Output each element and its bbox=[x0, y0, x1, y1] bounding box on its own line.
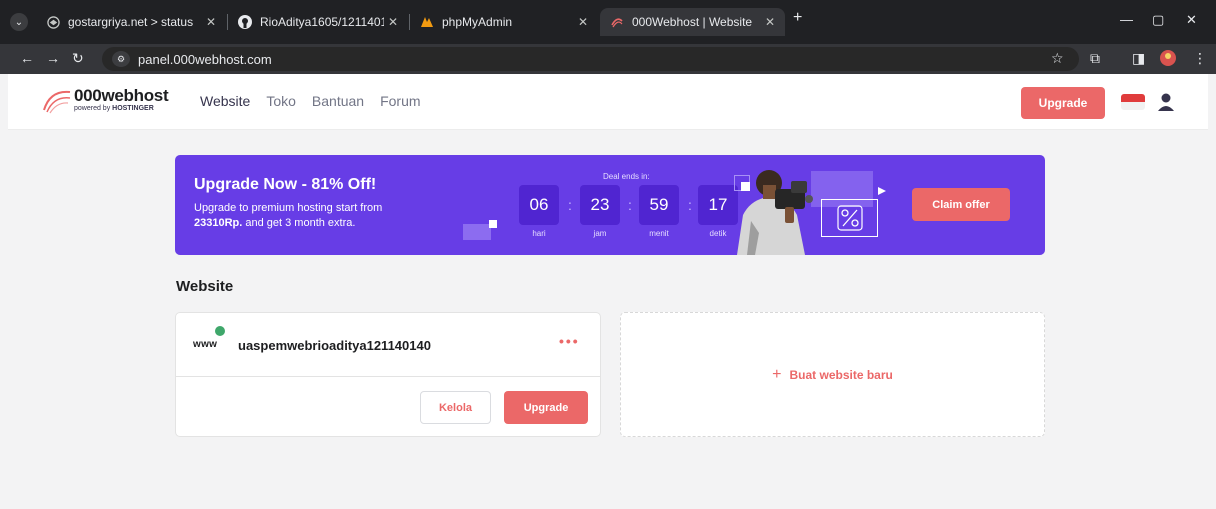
browser-tab-status[interactable]: gostargriya.net > status ✕ bbox=[36, 8, 226, 36]
section-title: Website bbox=[176, 278, 234, 295]
upgrade-button[interactable]: Upgrade bbox=[1021, 87, 1105, 119]
person-with-camera-illustration bbox=[737, 170, 813, 255]
tab-title: 000Webhost | Website bbox=[632, 15, 753, 29]
nav-bantuan[interactable]: Bantuan bbox=[312, 93, 364, 109]
countdown-days: 06 bbox=[519, 185, 559, 225]
side-panel-icon[interactable]: ◨ bbox=[1132, 50, 1145, 67]
browser-tab-strip: ⌄ gostargriya.net > status ✕ RioAditya16… bbox=[0, 0, 1216, 44]
browser-tab-github[interactable]: RioAditya1605/121140140_Rio ✕ bbox=[228, 8, 408, 36]
reload-icon[interactable]: ↻ bbox=[72, 50, 84, 67]
000webhost-favicon bbox=[610, 15, 624, 29]
countdown-unit: hari bbox=[532, 229, 546, 238]
website-upgrade-button[interactable]: Upgrade bbox=[504, 391, 588, 424]
close-tab-icon[interactable]: ✕ bbox=[388, 15, 398, 29]
nav-forum[interactable]: Forum bbox=[380, 93, 420, 109]
countdown-hours: 23 bbox=[580, 185, 620, 225]
language-flag-icon[interactable] bbox=[1121, 94, 1145, 110]
deal-ends-label: Deal ends in: bbox=[603, 172, 650, 181]
phpmyadmin-icon bbox=[420, 15, 434, 29]
extensions-icon[interactable]: ⧉ bbox=[1090, 50, 1100, 67]
website-card: www uaspemwebrioaditya121140140 ••• Kelo… bbox=[175, 312, 601, 437]
url-text: panel.000webhost.com bbox=[138, 51, 272, 67]
browser-tab-000webhost[interactable]: 000Webhost | Website ✕ bbox=[600, 8, 785, 36]
logo-swirl-icon bbox=[43, 90, 71, 114]
create-website-label: Buat website baru bbox=[789, 367, 893, 382]
browser-toolbar: ← → ↻ ⚙ panel.000webhost.com ☆ ⧉ ◨ ⋮ bbox=[0, 44, 1216, 74]
plus-icon: + bbox=[772, 365, 782, 383]
logo-wordmark: 000webhost bbox=[74, 86, 169, 105]
countdown-colon: : bbox=[688, 197, 692, 213]
countdown-minutes: 59 bbox=[639, 185, 679, 225]
tab-search-icon[interactable]: ⌄ bbox=[10, 13, 28, 31]
logo-tagline: powered by HOSTINGER bbox=[74, 105, 154, 112]
profile-avatar-icon[interactable] bbox=[1160, 50, 1176, 69]
minimize-icon[interactable]: — bbox=[1120, 12, 1133, 27]
countdown-colon: : bbox=[568, 197, 572, 213]
promo-desc-line1: Upgrade to premium hosting start from bbox=[194, 202, 383, 214]
nav-website[interactable]: Website bbox=[200, 93, 250, 109]
browser-tab-phpmyadmin[interactable]: phpMyAdmin ✕ bbox=[410, 8, 598, 36]
claim-offer-button[interactable]: Claim offer bbox=[912, 188, 1010, 221]
back-icon[interactable]: ← bbox=[20, 50, 34, 66]
globe-icon bbox=[46, 15, 60, 29]
decor-shape bbox=[489, 220, 497, 228]
main-nav: Website Toko Bantuan Forum bbox=[200, 93, 421, 109]
countdown-colon: : bbox=[628, 197, 632, 213]
close-tab-icon[interactable]: ✕ bbox=[765, 15, 775, 29]
website-card-header: www uaspemwebrioaditya121140140 ••• bbox=[176, 313, 600, 377]
decor-shape bbox=[463, 224, 491, 240]
countdown-unit: jam bbox=[593, 229, 607, 238]
new-tab-icon[interactable]: + bbox=[793, 9, 802, 27]
promo-title: Upgrade Now - 81% Off! bbox=[194, 176, 377, 193]
github-icon bbox=[238, 15, 252, 29]
cursor-arrow-icon bbox=[878, 187, 886, 195]
close-tab-icon[interactable]: ✕ bbox=[578, 15, 588, 29]
discount-percent-icon bbox=[821, 199, 878, 237]
status-online-dot bbox=[215, 326, 225, 336]
close-tab-icon[interactable]: ✕ bbox=[206, 15, 216, 29]
www-icon: www bbox=[193, 339, 218, 350]
close-window-icon[interactable]: ✕ bbox=[1186, 12, 1197, 28]
manage-button[interactable]: Kelola bbox=[420, 391, 491, 424]
app-header: 000webhost powered by HOSTINGER Website … bbox=[8, 74, 1208, 130]
create-website-card[interactable]: + Buat website baru bbox=[620, 312, 1045, 437]
user-icon[interactable] bbox=[1156, 92, 1176, 112]
tab-title: RioAditya1605/121140140_Rio bbox=[260, 15, 384, 29]
more-options-icon[interactable]: ••• bbox=[559, 333, 580, 349]
tab-title: gostargriya.net > status bbox=[68, 15, 194, 29]
tab-title: phpMyAdmin bbox=[442, 15, 513, 29]
promo-banner: Upgrade Now - 81% Off! Upgrade to premiu… bbox=[175, 155, 1045, 255]
bookmark-star-icon[interactable]: ☆ bbox=[1051, 50, 1064, 67]
countdown-unit: menit bbox=[649, 229, 669, 238]
browser-menu-icon[interactable]: ⋮ bbox=[1193, 50, 1207, 67]
promo-desc-line2: 23310Rp. and get 3 month extra. bbox=[194, 217, 356, 229]
forward-icon[interactable]: → bbox=[46, 50, 60, 66]
site-info-icon[interactable]: ⚙ bbox=[112, 51, 130, 67]
restore-icon[interactable]: ▢ bbox=[1152, 12, 1164, 28]
website-name[interactable]: uaspemwebrioaditya121140140 bbox=[238, 338, 431, 353]
address-bar[interactable]: ⚙ panel.000webhost.com bbox=[102, 47, 1079, 71]
logo[interactable]: 000webhost powered by HOSTINGER bbox=[40, 86, 169, 114]
nav-toko[interactable]: Toko bbox=[266, 93, 296, 109]
